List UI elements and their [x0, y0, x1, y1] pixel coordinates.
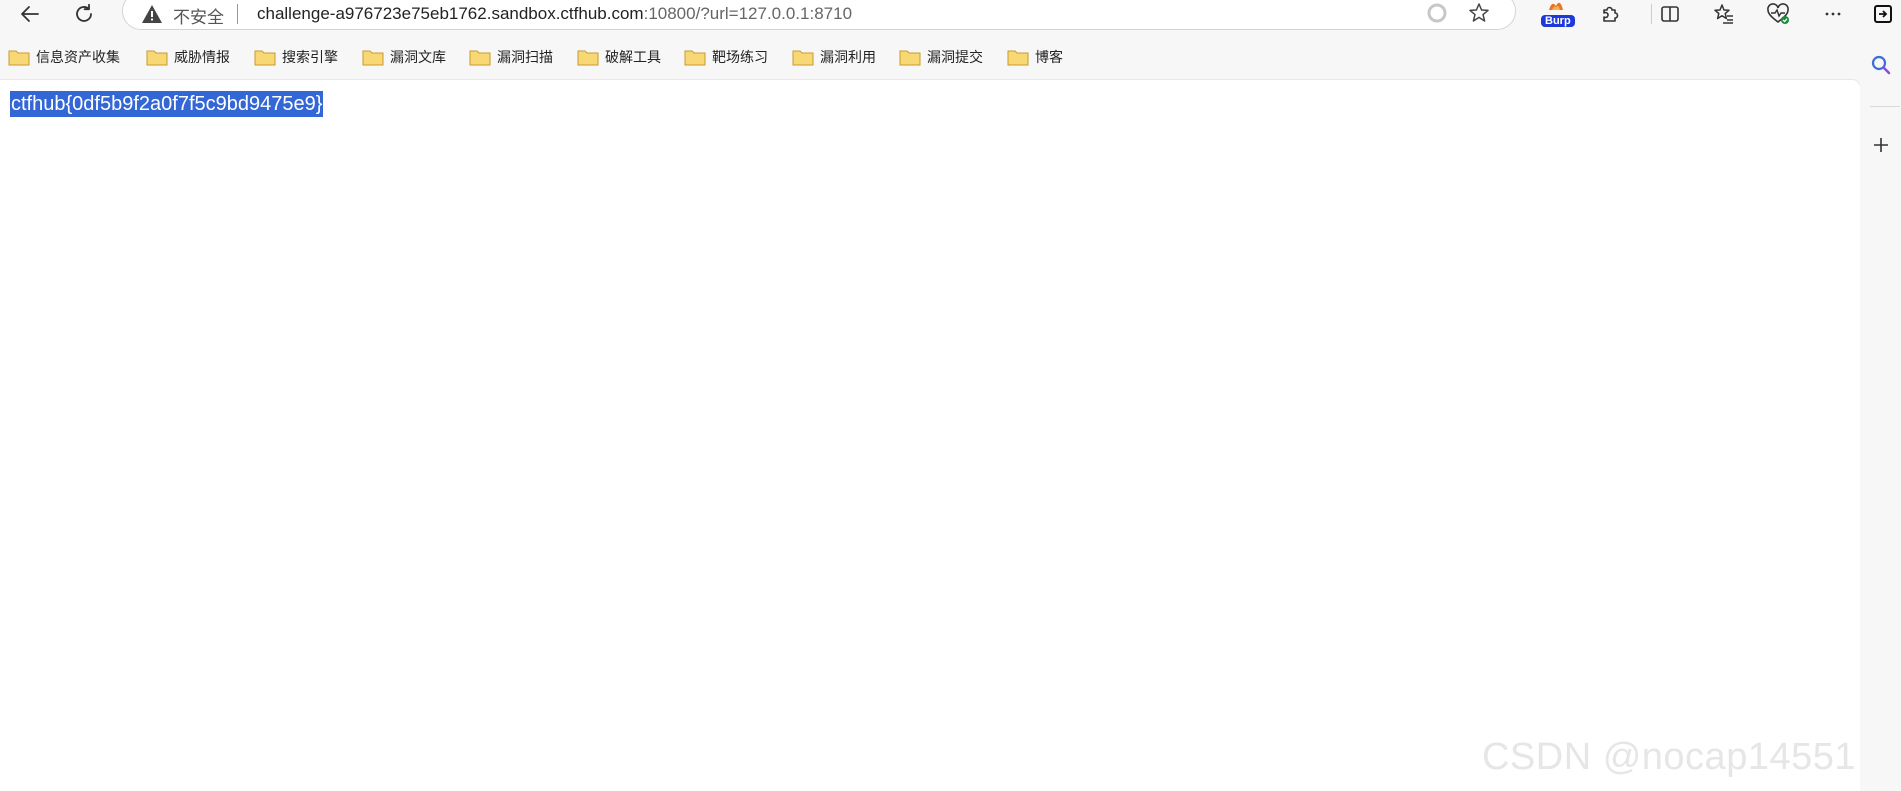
sidebar-divider	[1870, 106, 1900, 107]
edge-refresh-icon	[1427, 3, 1447, 23]
refresh-icon	[76, 3, 92, 22]
bookmarks-bar: 信息资产收集 威胁情报 搜索引擎 漏洞文库 漏洞扫描 破解工具 靶场练习 漏洞利…	[0, 44, 1860, 70]
sidebar-search-button[interactable]	[1866, 50, 1896, 80]
url-path: :10800/?url=127.0.0.1:8710	[643, 4, 853, 23]
burp-extension-button[interactable]: Burp	[1535, 0, 1575, 28]
folder-icon	[362, 50, 384, 66]
selected-flag-text[interactable]: ctfhub{0df5b9f2a0f7f5c9bd9475e9}	[10, 91, 324, 117]
folder-icon	[254, 50, 276, 66]
bookmark-label: 搜索引擎	[282, 50, 338, 66]
address-bar[interactable]: 不安全 challenge-a976723e75eb1762.sandbox.c…	[122, 0, 1516, 30]
burp-badge: Burp	[1541, 15, 1575, 27]
plus-icon	[1874, 138, 1888, 152]
folder-icon	[469, 50, 491, 66]
bookmark-folder[interactable]: 漏洞文库	[362, 44, 446, 70]
folder-icon	[8, 50, 30, 66]
browser-toolbar: 不安全 challenge-a976723e75eb1762.sandbox.c…	[0, 0, 1901, 30]
bookmark-label: 威胁情报	[174, 50, 230, 66]
search-icon	[1871, 55, 1891, 75]
split-screen-button[interactable]	[1652, 0, 1688, 28]
security-status-label[interactable]: 不安全	[173, 3, 224, 28]
read-aloud-button[interactable]	[1425, 1, 1449, 25]
sidebar-toggle-button[interactable]	[1865, 0, 1901, 28]
bookmark-folder[interactable]: 搜索引擎	[254, 44, 338, 70]
folder-icon	[146, 50, 168, 66]
favorite-star-button[interactable]	[1467, 1, 1491, 25]
sidebar-add-button[interactable]	[1866, 130, 1896, 160]
bookmark-label: 漏洞文库	[390, 50, 446, 66]
folder-icon	[1007, 50, 1029, 66]
arrow-left-icon	[21, 6, 39, 22]
bookmark-label: 博客	[1035, 50, 1063, 66]
bookmark-folder[interactable]: 漏洞提交	[899, 44, 983, 70]
address-divider	[237, 4, 238, 24]
bookmark-label: 信息资产收集	[36, 50, 120, 66]
bookmark-label: 漏洞提交	[927, 50, 983, 66]
puzzle-icon	[1603, 6, 1619, 22]
bookmark-folder[interactable]: 威胁情报	[146, 44, 230, 70]
folder-icon	[684, 50, 706, 66]
page-content: ctfhub{0df5b9f2a0f7f5c9bd9475e9} CSDN @n…	[0, 80, 1860, 791]
star-icon	[1469, 3, 1489, 22]
refresh-button[interactable]	[66, 0, 102, 28]
warning-icon[interactable]	[141, 4, 163, 24]
folder-icon	[899, 50, 921, 66]
bookmark-label: 破解工具	[605, 50, 661, 66]
url-text[interactable]: challenge-a976723e75eb1762.sandbox.ctfhu…	[257, 4, 852, 24]
bookmark-folder[interactable]: 博客	[1007, 44, 1063, 70]
more-menu-button[interactable]	[1815, 0, 1851, 28]
bookmark-label: 靶场练习	[712, 50, 768, 66]
watermark: CSDN @nocap14551	[1481, 736, 1856, 778]
extensions-button[interactable]	[1592, 0, 1628, 28]
bookmark-folder[interactable]: 靶场练习	[684, 44, 768, 70]
edge-sidebar	[1860, 30, 1901, 791]
folder-icon	[577, 50, 599, 66]
bookmark-folder[interactable]: 漏洞利用	[792, 44, 876, 70]
split-screen-icon	[1661, 6, 1679, 22]
bookmark-label: 漏洞扫描	[497, 50, 553, 66]
bookmark-folder[interactable]: 漏洞扫描	[469, 44, 553, 70]
heart-pulse-icon	[1767, 3, 1789, 24]
ellipsis-icon	[1825, 12, 1841, 16]
back-button[interactable]	[12, 0, 48, 28]
bookmark-label: 漏洞利用	[820, 50, 876, 66]
favorites-button[interactable]	[1706, 0, 1742, 28]
exit-sidebar-icon	[1874, 5, 1892, 23]
bookmark-folder[interactable]: 破解工具	[577, 44, 661, 70]
url-host: challenge-a976723e75eb1762.sandbox.ctfhu…	[257, 4, 644, 23]
favorites-list-icon	[1714, 4, 1733, 24]
browser-essentials-button[interactable]	[1760, 0, 1796, 28]
bookmark-folder[interactable]: 信息资产收集	[8, 44, 120, 70]
folder-icon	[792, 50, 814, 66]
